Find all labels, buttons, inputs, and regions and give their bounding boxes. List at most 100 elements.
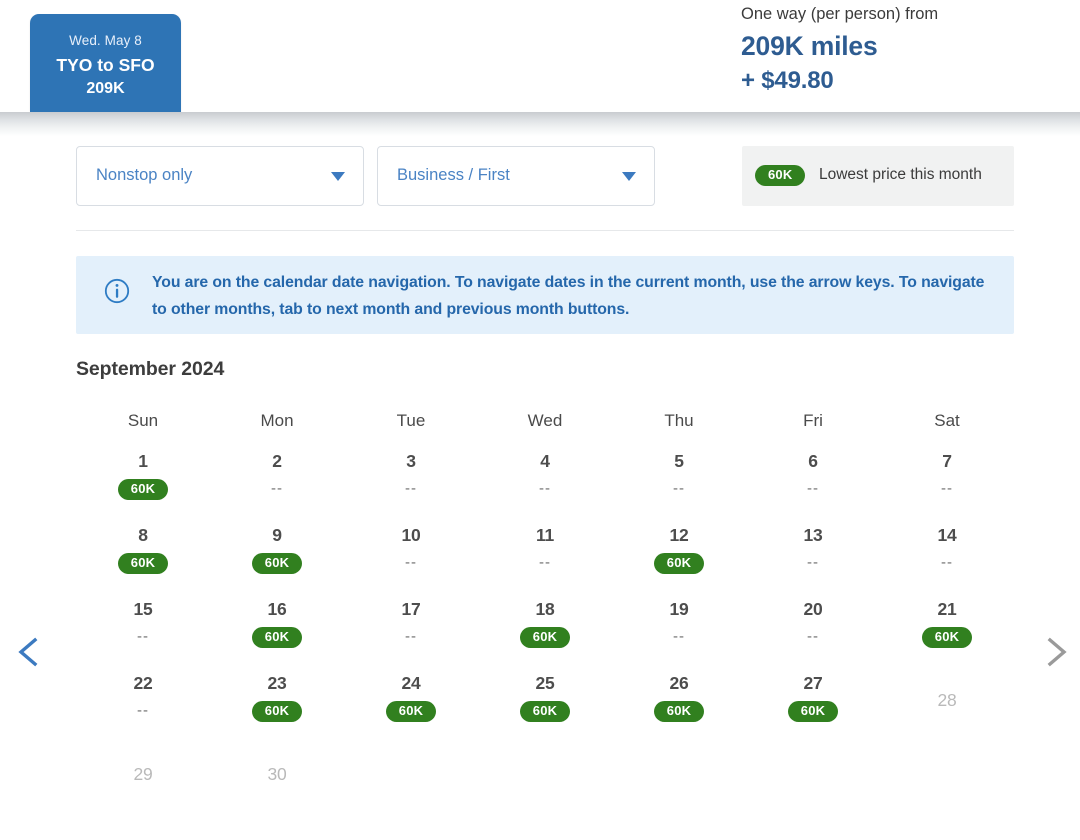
calendar-day-no-price: --	[807, 554, 819, 571]
itinerary-header: Wed. May 8 TYO to SFO 209K One way (per …	[0, 0, 1080, 112]
weekday-header: Tue	[396, 411, 426, 430]
calendar-day-empty	[880, 737, 1014, 811]
calendar-day-price: --	[478, 552, 612, 573]
calendar-day-no-price: --	[137, 628, 149, 645]
calendar-day-number: 28	[937, 690, 957, 710]
calendar-day-cell[interactable]: 24 60K	[344, 663, 478, 737]
weekday-header: Sun	[127, 411, 159, 430]
calendar-day-no-price: --	[807, 480, 819, 497]
calendar-day-cell[interactable]: 26 60K	[612, 663, 746, 737]
calendar-day-number: 8	[138, 525, 148, 545]
calendar-day-cell: 29	[76, 737, 210, 811]
calendar-day-price: --	[76, 700, 210, 721]
filter-bar: Nonstop only Business / First 60K Lowest…	[0, 146, 1080, 208]
calendar-day-price: 60K	[344, 700, 478, 722]
calendar-day-cell[interactable]: 14 --	[880, 515, 1014, 589]
calendar-day-number: 24	[401, 673, 421, 693]
calendar-day-number: 10	[401, 525, 421, 545]
calendar-day-number: 13	[803, 525, 823, 545]
calendar-day-price: 60K	[746, 700, 880, 722]
caret-down-icon	[622, 172, 636, 181]
flight-segment-tab[interactable]: Wed. May 8 TYO to SFO 209K	[30, 14, 181, 112]
calendar-day-price-badge: 60K	[653, 553, 705, 574]
calendar-day-cell[interactable]: 20 --	[746, 589, 880, 663]
accessibility-info-banner: You are on the calendar date navigation.…	[76, 256, 1014, 334]
cabin-filter-select[interactable]: Business / First	[377, 146, 655, 206]
calendar-day-price: --	[210, 478, 344, 499]
cabin-filter-value: Business / First	[397, 166, 510, 184]
calendar-day-price: 60K	[612, 700, 746, 722]
calendar-week-row: 15 -- 16 60K 17 -- 18 60K 19 -- 20 -- 21 60K	[76, 589, 1014, 663]
stops-filter-value: Nonstop only	[96, 166, 193, 184]
calendar-day-cell[interactable]: 13 --	[746, 515, 880, 589]
next-month-button[interactable]	[1034, 627, 1080, 677]
calendar-day-cell[interactable]: 9 60K	[210, 515, 344, 589]
calendar-day-cell[interactable]: 4 --	[478, 441, 612, 515]
calendar-day-cell[interactable]: 27 60K	[746, 663, 880, 737]
calendar-day-cell: 30	[210, 737, 344, 811]
previous-month-button[interactable]	[6, 627, 52, 677]
calendar-day-cell[interactable]: 23 60K	[210, 663, 344, 737]
calendar-day-number: 29	[133, 764, 153, 784]
calendar-day-cell[interactable]: 12 60K	[612, 515, 746, 589]
calendar-day-cell[interactable]: 21 60K	[880, 589, 1014, 663]
header-shadow-band	[0, 112, 1080, 136]
calendar-day-price: --	[612, 478, 746, 499]
caret-down-icon	[331, 172, 345, 181]
weekday-header: Sat	[934, 411, 960, 430]
legend-price-badge: 60K	[755, 165, 806, 186]
calendar-day-cell[interactable]: 18 60K	[478, 589, 612, 663]
calendar-day-no-price: --	[673, 480, 685, 497]
calendar-day-empty	[478, 737, 612, 811]
calendar-day-price-badge: 60K	[117, 479, 169, 500]
calendar-day-cell[interactable]: 6 --	[746, 441, 880, 515]
calendar-day-cell[interactable]: 7 --	[880, 441, 1014, 515]
calendar-day-number: 18	[535, 599, 555, 619]
calendar-day-empty	[612, 737, 746, 811]
calendar-day-cell[interactable]: 2 --	[210, 441, 344, 515]
price-summary-miles: 209K miles	[741, 31, 878, 61]
calendar-day-no-price: --	[271, 480, 283, 497]
calendar-day-cell[interactable]: 25 60K	[478, 663, 612, 737]
calendar-day-price-badge: 60K	[787, 701, 839, 722]
calendar-day-no-price: --	[941, 554, 953, 571]
calendar-day-cell[interactable]: 22 --	[76, 663, 210, 737]
calendar-day-cell[interactable]: 3 --	[344, 441, 478, 515]
calendar-day-number: 19	[669, 599, 689, 619]
calendar-day-price: --	[746, 626, 880, 647]
price-summary: One way (per person) from 209K miles + $…	[680, 2, 1080, 97]
calendar-day-price: --	[880, 478, 1014, 499]
section-divider	[76, 230, 1014, 231]
price-summary-label: One way (per person) from	[741, 5, 939, 23]
calendar-day-cell[interactable]: 15 --	[76, 589, 210, 663]
calendar-week-row: 29 30	[76, 737, 1014, 811]
calendar-day-no-price: --	[539, 480, 551, 497]
calendar-day-price: 60K	[210, 700, 344, 722]
calendar-day-price: --	[478, 478, 612, 499]
calendar-day-cell[interactable]: 1 60K	[76, 441, 210, 515]
calendar-day-cell[interactable]: 19 --	[612, 589, 746, 663]
calendar-day-cell[interactable]: 17 --	[344, 589, 478, 663]
calendar-week-row: 8 60K 9 60K 10 -- 11 -- 12 60K 13 -- 14 --	[76, 515, 1014, 589]
calendar-day-cell[interactable]: 10 --	[344, 515, 478, 589]
calendar-day-cell[interactable]: 5 --	[612, 441, 746, 515]
calendar-day-cell[interactable]: 16 60K	[210, 589, 344, 663]
calendar-weekday-header-row: Sun Mon Tue Wed Thu Fri Sat	[76, 403, 1014, 441]
calendar-day-no-price: --	[941, 480, 953, 497]
stops-filter-select[interactable]: Nonstop only	[76, 146, 364, 206]
weekday-header: Wed	[527, 411, 563, 430]
calendar-day-cell[interactable]: 11 --	[478, 515, 612, 589]
calendar-day-number: 17	[401, 599, 421, 619]
calendar-day-number: 12	[669, 525, 689, 545]
calendar-day-cell[interactable]: 8 60K	[76, 515, 210, 589]
weekday-header: Thu	[664, 411, 694, 430]
calendar-day-price: --	[746, 478, 880, 499]
calendar-day-price-badge: 60K	[251, 627, 303, 648]
calendar-day-price-badge: 60K	[385, 701, 437, 722]
calendar-day-price: 60K	[478, 700, 612, 722]
calendar-day-price: 60K	[210, 626, 344, 648]
calendar-day-price: 60K	[76, 478, 210, 500]
calendar-day-number: 23	[267, 673, 287, 693]
calendar-day-number: 30	[267, 764, 287, 784]
calendar-day-price: 60K	[478, 626, 612, 648]
